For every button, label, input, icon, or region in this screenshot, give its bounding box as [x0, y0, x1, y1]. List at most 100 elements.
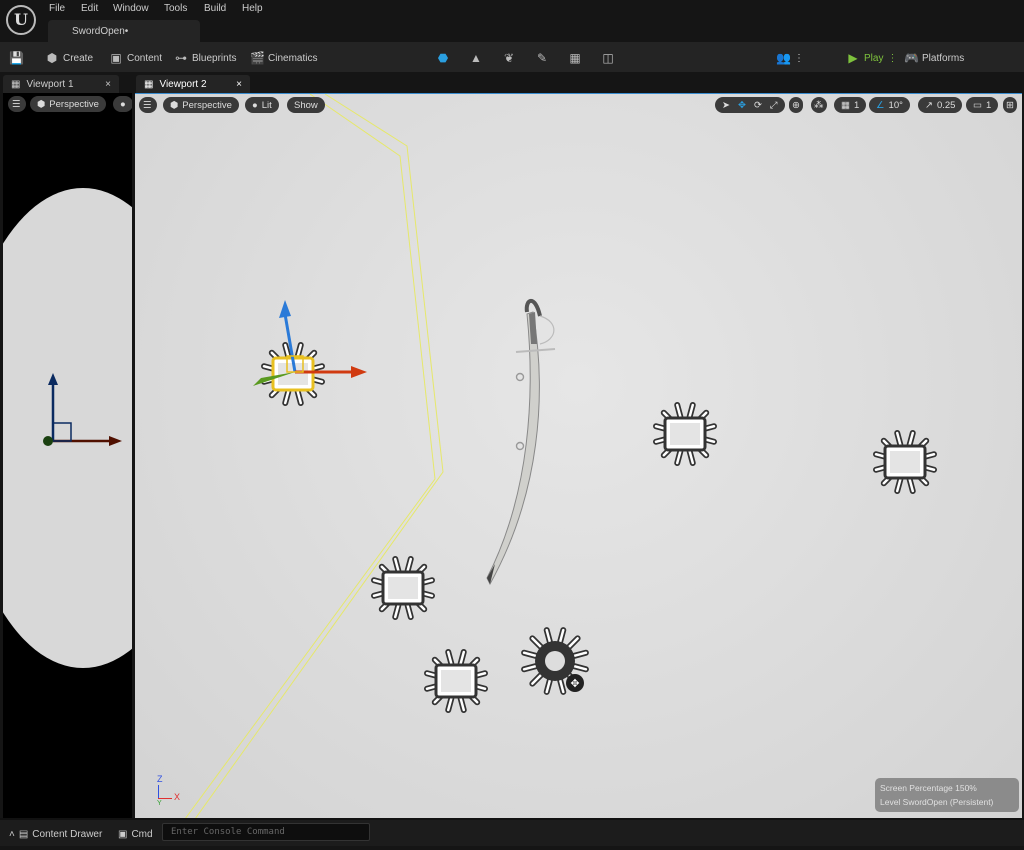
grid-snap-button[interactable]: ▦ 1 — [834, 97, 867, 113]
rect-light-icon[interactable] — [371, 556, 435, 620]
lit-button[interactable]: ● Lit — [245, 97, 279, 113]
menu-edit[interactable]: Edit — [81, 3, 98, 14]
select-tool-icon[interactable]: ➤ — [722, 100, 730, 111]
axis-z-label: Z — [157, 774, 163, 784]
cinematics-button[interactable]: 🎬 Cinematics — [250, 50, 317, 66]
close-icon[interactable]: × — [236, 79, 242, 90]
tab-viewport-1[interactable]: ▦ Viewport 1 × — [3, 75, 119, 93]
play-icon: ▶ — [848, 51, 858, 65]
cube-icon: ⬢ — [37, 98, 46, 110]
perspective-button[interactable]: ⬢ Perspective — [163, 97, 239, 113]
globe-icon: ⊕ — [792, 99, 800, 111]
platforms-label: Platforms — [922, 52, 965, 64]
axis-x-label: X — [174, 792, 181, 802]
landscape-icon[interactable]: ▲ — [469, 51, 483, 65]
blueprints-label: Blueprints — [192, 52, 237, 64]
perspective-label: Perspective — [49, 98, 99, 110]
camera-speed-button[interactable]: ▭ 1 — [966, 97, 999, 113]
content-button[interactable]: ▣ Content — [109, 50, 162, 66]
multiplayer-options-button[interactable]: 👥 ⋮ — [776, 50, 804, 66]
angle-icon: ∠ — [876, 99, 885, 111]
viewport-layout-icon: ▦ — [11, 78, 21, 90]
menu-help[interactable]: Help — [242, 3, 263, 14]
document-tab[interactable]: SwordOpen• — [48, 20, 200, 42]
grid-icon: ▦ — [841, 99, 850, 111]
surface-snap-button[interactable]: ⁂ — [811, 97, 827, 113]
console-input[interactable]: Enter Console Command — [162, 823, 370, 841]
show-button[interactable]: Show — [287, 97, 325, 113]
menu-build[interactable]: Build — [204, 3, 226, 14]
viewport-layout-icon: ▦ — [144, 78, 154, 90]
content-drawer-button[interactable]: ˄ ▤ Content Drawer — [9, 826, 102, 842]
play-options-icon[interactable]: ⋮ — [887, 53, 897, 64]
scale-tool-icon[interactable]: ⤢ — [770, 100, 778, 111]
sphere-icon: ● — [252, 99, 258, 111]
content-label: Content — [127, 52, 163, 64]
hamburger-icon: ☰ — [143, 99, 152, 111]
viewport-2-scene: ✥ — [185, 94, 937, 818]
viewport-1[interactable]: ☰ ⬢ Perspective ● — [3, 93, 132, 818]
close-icon[interactable]: × — [105, 79, 111, 90]
rotation-snap-button[interactable]: ∠ 10° — [869, 97, 910, 113]
fracture-icon[interactable]: ▦ — [568, 51, 582, 65]
cube-icon: ⬢ — [170, 99, 179, 111]
grid-snap-value: 1 — [853, 99, 860, 111]
sword-mesh — [486, 298, 556, 586]
camera-speed-value: 1 — [985, 99, 992, 111]
more-icon: ⋮ — [794, 52, 804, 64]
rect-light-icon[interactable] — [653, 402, 717, 466]
cmd-button[interactable]: ▣ Cmd — [118, 826, 153, 842]
scale-snap-button[interactable]: ↗ 0.25 — [918, 97, 963, 113]
tab-label: Viewport 1 — [26, 78, 74, 90]
world-local-toggle[interactable]: ⊕ — [789, 97, 803, 113]
perspective-button[interactable]: ⬢ Perspective — [30, 96, 106, 112]
lit-button[interactable]: ● — [113, 96, 132, 112]
rotate-tool-icon[interactable]: ⟳ — [754, 100, 762, 111]
level-name: Level SwordOpen (Persistent) — [880, 797, 994, 807]
cinematics-label: Cinematics — [268, 52, 318, 64]
scale-snap-value: 0.25 — [936, 99, 956, 111]
viewport-1-scene — [3, 188, 132, 668]
foliage-icon[interactable]: ❦ — [502, 51, 516, 65]
transform-gizmo[interactable] — [253, 300, 367, 386]
svg-text:✥: ✥ — [570, 678, 579, 690]
unreal-logo[interactable]: U — [6, 5, 36, 35]
y-axis-handle — [43, 436, 53, 446]
rect-light-icon[interactable] — [873, 430, 937, 494]
rect-light-icon[interactable] — [424, 649, 488, 713]
viewport-menu-button[interactable]: ☰ — [139, 97, 157, 113]
viewport-2[interactable]: ✥ ☰ ⬢ Perspective ● Lit Show ➤ ✥ ⟳ ⤢ ⊕ ⁂ ▦ 1 ∠… — [135, 93, 1022, 818]
scale-icon: ↗ — [925, 99, 933, 111]
create-icon: ⬢ — [46, 51, 58, 65]
viewport-menu-button[interactable]: ☰ — [8, 96, 26, 112]
screen-percentage: Screen Percentage 150% — [880, 783, 977, 793]
terminal-icon: ▣ — [118, 828, 128, 840]
create-button[interactable]: ⬢ Create — [45, 50, 93, 66]
tab-viewport-2[interactable]: ▦ Viewport 2 × — [136, 75, 250, 93]
transform-tools: ➤ ✥ ⟳ ⤢ — [715, 97, 785, 113]
viewport-layout-button[interactable]: ⊞ — [1003, 97, 1017, 113]
move-tool-icon[interactable]: ✥ — [738, 100, 746, 111]
clapper-icon: 🎬 — [250, 51, 265, 65]
modeling-icon[interactable]: ◫ — [601, 51, 615, 65]
perspective-label: Perspective — [182, 99, 232, 111]
save-button[interactable]: 💾 — [9, 50, 24, 66]
mesh-paint-icon[interactable]: ✎ — [535, 51, 549, 65]
blueprints-button[interactable]: ⊶ Blueprints — [174, 50, 236, 66]
menu-tools[interactable]: Tools — [164, 3, 187, 14]
play-button[interactable]: ▶ Play ⋮ — [846, 50, 897, 66]
sphere-icon: ● — [120, 98, 126, 110]
platforms-button[interactable]: 🎮 Platforms — [904, 50, 964, 66]
save-icon: 💾 — [9, 51, 24, 65]
viewport-stats: Screen Percentage 150% Level SwordOpen (… — [875, 778, 1019, 812]
menu-window[interactable]: Window — [113, 3, 149, 14]
content-drawer-label: Content Drawer — [32, 828, 103, 840]
rotation-snap-value: 10° — [888, 99, 903, 111]
hamburger-icon: ☰ — [12, 98, 21, 110]
point-light-icon[interactable]: ✥ — [521, 627, 589, 695]
players-icon: 👥 — [776, 51, 791, 65]
menu-file[interactable]: File — [49, 3, 65, 14]
select-mode-icon[interactable]: ⬣ — [436, 51, 450, 65]
volume-bounds — [185, 94, 444, 818]
surface-snap-icon: ⁂ — [814, 99, 824, 111]
